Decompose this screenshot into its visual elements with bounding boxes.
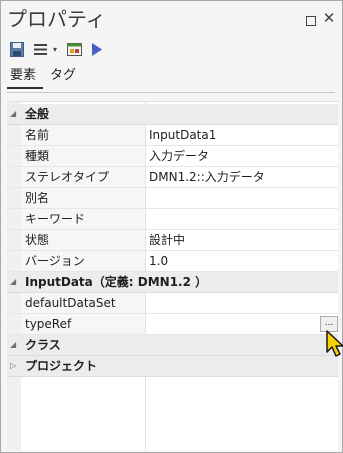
property-name: 状態 bbox=[25, 233, 50, 247]
save-icon[interactable] bbox=[10, 42, 24, 57]
element-properties-icon[interactable] bbox=[67, 42, 83, 57]
property-name: 種類 bbox=[25, 149, 50, 163]
group-inputdata[interactable]: ◢ InputData（定義: DMN1.2 ） bbox=[7, 272, 338, 293]
title-bar: プロパティ ✕ bbox=[1, 1, 342, 37]
list-view-icon[interactable] bbox=[33, 42, 49, 57]
group-label: クラス bbox=[25, 338, 61, 352]
tab-bar: 要素 タグ bbox=[1, 63, 342, 93]
group-general[interactable]: ◢ 全般 bbox=[7, 104, 338, 125]
property-row[interactable]: 状態 設計中 bbox=[7, 230, 338, 251]
property-row[interactable]: 別名 bbox=[7, 188, 338, 209]
property-row[interactable]: typeRef ... bbox=[7, 314, 338, 335]
expand-triangle-icon[interactable]: ◢ bbox=[10, 109, 16, 118]
collapse-triangle-icon[interactable]: ▷ bbox=[10, 361, 16, 370]
play-icon[interactable] bbox=[91, 42, 103, 57]
property-value[interactable]: InputData1 bbox=[149, 127, 216, 143]
property-name: キーワード bbox=[25, 212, 86, 226]
property-value[interactable]: 1.0 bbox=[149, 253, 168, 269]
close-button[interactable]: ✕ bbox=[322, 11, 336, 26]
property-row[interactable]: 名前 InputData1 bbox=[7, 125, 338, 146]
property-row[interactable]: バージョン 1.0 bbox=[7, 251, 338, 272]
tab-tags[interactable]: タグ bbox=[50, 67, 76, 85]
property-row[interactable]: ステレオタイプ DMN1.2::入力データ bbox=[7, 167, 338, 188]
property-row[interactable]: defaultDataSet bbox=[7, 293, 338, 314]
active-tab-indicator bbox=[7, 87, 43, 89]
property-value[interactable]: 設計中 bbox=[149, 232, 185, 248]
property-name: 名前 bbox=[25, 128, 50, 142]
property-row[interactable]: 種類 入力データ bbox=[7, 146, 338, 167]
property-name: バージョン bbox=[25, 254, 85, 268]
properties-window: プロパティ ✕ ▾ 要素 タグ ◢ 全般 名前 InputData1 種類 入力… bbox=[0, 0, 343, 453]
property-name: ステレオタイプ bbox=[25, 170, 110, 184]
property-name: defaultDataSet bbox=[25, 296, 116, 310]
property-grid: ◢ 全般 名前 InputData1 種類 入力データ ステレオタイプ DMN1… bbox=[7, 101, 338, 451]
tab-element[interactable]: 要素 bbox=[10, 67, 36, 85]
property-row[interactable]: キーワード bbox=[7, 209, 338, 230]
property-name: 別名 bbox=[25, 191, 50, 205]
group-class[interactable]: ◢ クラス bbox=[7, 335, 338, 356]
property-name: typeRef bbox=[25, 317, 72, 331]
group-project[interactable]: ▷ プロジェクト bbox=[7, 356, 338, 377]
group-label: プロジェクト bbox=[25, 359, 98, 373]
mouse-cursor-icon bbox=[326, 330, 343, 357]
expand-triangle-icon[interactable]: ◢ bbox=[10, 277, 16, 286]
restore-button[interactable] bbox=[306, 16, 316, 26]
group-label: InputData（定義: DMN1.2 ） bbox=[25, 275, 208, 289]
toolbar: ▾ bbox=[1, 39, 342, 61]
group-label: 全般 bbox=[25, 107, 50, 121]
expand-triangle-icon[interactable]: ◢ bbox=[10, 340, 16, 349]
property-value[interactable]: DMN1.2::入力データ bbox=[149, 169, 265, 185]
property-value[interactable]: 入力データ bbox=[149, 148, 209, 164]
window-title: プロパティ bbox=[7, 7, 106, 31]
tab-divider bbox=[7, 92, 335, 93]
chevron-down-icon[interactable]: ▾ bbox=[53, 45, 57, 54]
